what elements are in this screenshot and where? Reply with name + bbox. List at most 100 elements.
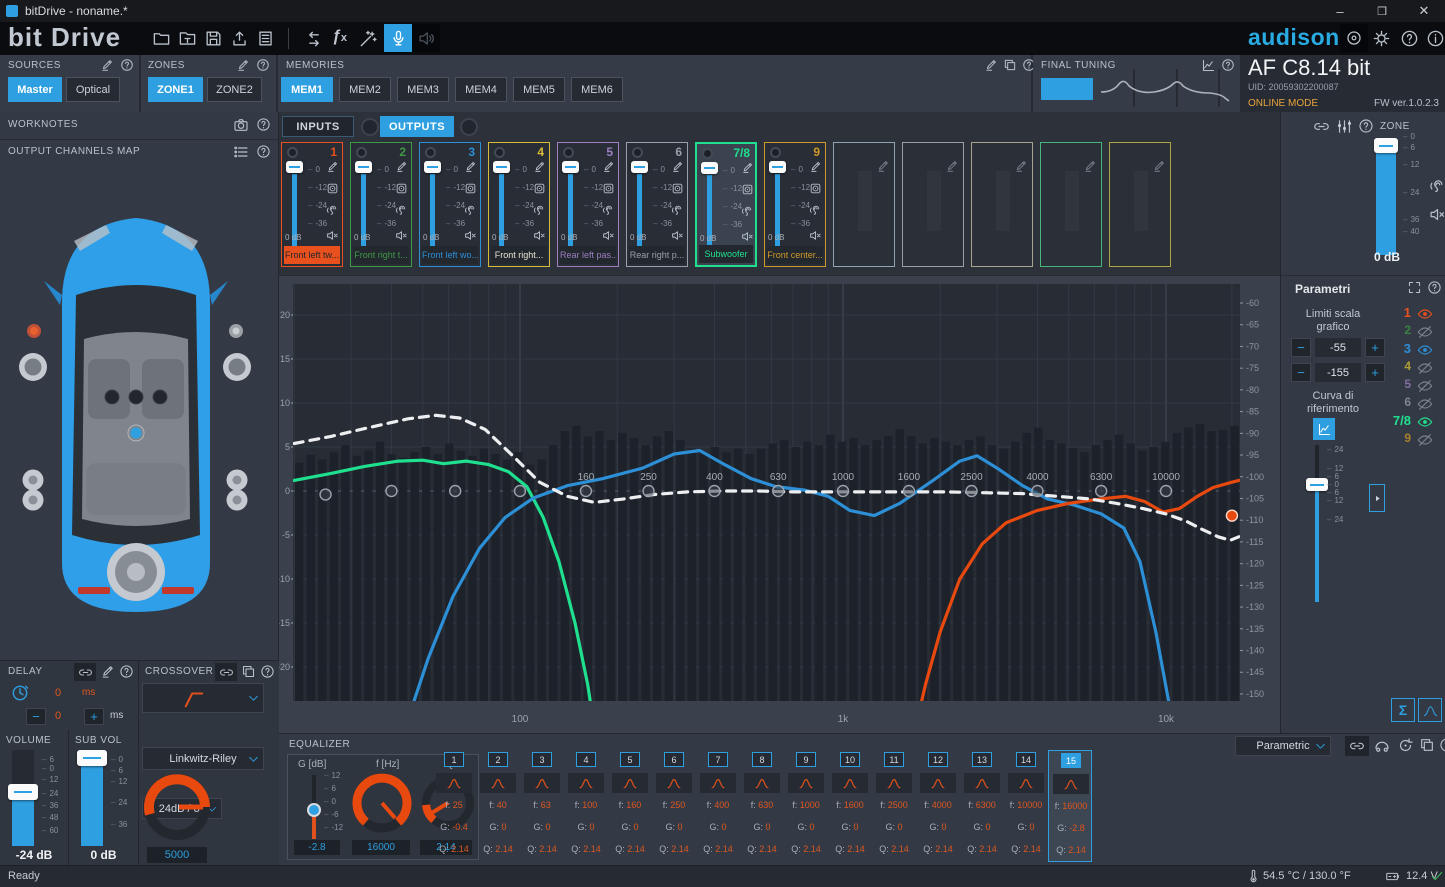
strip-fader-handle[interactable] — [424, 161, 441, 173]
speaker-tool-button[interactable] — [412, 24, 440, 52]
strip-speaker-icon[interactable] — [395, 182, 408, 195]
zone-help-icon[interactable] — [1358, 118, 1374, 134]
inputs-toggle-knob[interactable] — [361, 118, 379, 136]
eq-curve-points-icon[interactable] — [1373, 737, 1391, 755]
strip-speaker-icon[interactable] — [741, 183, 754, 196]
filter-shape-dropdown[interactable] — [142, 683, 264, 713]
delay-minus-button[interactable]: − — [26, 708, 46, 725]
response-graph[interactable]: 1602504006301000160025004000630010000201… — [279, 276, 1277, 736]
curve-visibility-off-icon[interactable] — [1417, 378, 1433, 394]
eq-handle-40[interactable] — [386, 486, 397, 497]
curve-visibility-off-icon[interactable] — [1417, 360, 1433, 376]
zone-fader-handle[interactable] — [1374, 138, 1398, 153]
limit-high-value[interactable]: -55 — [1315, 338, 1361, 357]
strip-edit-icon[interactable] — [809, 160, 822, 173]
front-left-tweeter-marker[interactable] — [27, 324, 41, 338]
channel-strip-3[interactable]: 30-12-24-360 dBFront left wo... — [419, 142, 481, 267]
eq-handle-10000[interactable] — [1161, 486, 1172, 497]
fx-icon[interactable]: ƒx — [332, 28, 347, 46]
strip-status-led[interactable] — [287, 147, 298, 158]
zones-edit-icon[interactable] — [236, 58, 250, 72]
strip-status-led[interactable] — [356, 147, 367, 158]
strip-channel-label[interactable]: Front right t... — [353, 246, 409, 264]
zone-link-icon[interactable] — [1313, 118, 1330, 135]
delay-plus-button[interactable]: + — [84, 708, 104, 725]
strip-edit-icon[interactable] — [1152, 159, 1166, 173]
strip-mute-icon[interactable] — [602, 229, 615, 242]
curve-visibility-on-icon[interactable] — [1417, 414, 1433, 430]
worknotes-camera-icon[interactable] — [233, 117, 249, 133]
eq-band-2[interactable]: 2f: 40G: 0Q: 2.14 — [476, 750, 520, 862]
final-tuning-curve-preview[interactable] — [1099, 67, 1234, 109]
channel-strip-7-8[interactable]: 7/80-12-24-360 dBSubwoofer — [695, 142, 757, 267]
output-map-help-icon[interactable] — [256, 144, 271, 159]
eq-band-11[interactable]: 11f: 2500G: 0Q: 2.14 — [872, 750, 916, 862]
zone-fader[interactable]: 0612243640 — [1371, 136, 1441, 261]
band-shape-button[interactable] — [964, 773, 1000, 793]
strip-status-led[interactable] — [563, 147, 574, 158]
output-map-list-icon[interactable] — [233, 144, 249, 160]
band-number[interactable]: 10 — [840, 752, 860, 767]
strip-listen-icon[interactable] — [741, 205, 754, 218]
crossover-copy-icon[interactable] — [241, 664, 256, 679]
strip-speaker-icon[interactable] — [326, 182, 339, 195]
channel-strip-1[interactable]: 10-12-24-360 dBFront left tw... — [281, 142, 343, 267]
zone-button-zone1[interactable]: ZONE1 — [148, 77, 203, 102]
strip-edit-icon[interactable] — [1014, 159, 1028, 173]
save-icon[interactable] — [204, 29, 223, 48]
band-number[interactable]: 3 — [532, 752, 552, 767]
delay-help-icon[interactable] — [119, 664, 134, 679]
curve-visibility-row-3[interactable]: 3 — [1377, 340, 1441, 358]
volume-fader-handle[interactable] — [8, 784, 38, 800]
strip-fader-handle[interactable] — [286, 161, 303, 173]
eq-band-12[interactable]: 12f: 4000G: 0Q: 2.14 — [916, 750, 960, 862]
memory-button-mem5[interactable]: MEM5 — [513, 77, 565, 102]
outputs-toggle-knob[interactable] — [460, 118, 478, 136]
strip-edit-icon[interactable] — [945, 159, 959, 173]
strip-mute-icon[interactable] — [533, 229, 546, 242]
strip-status-led[interactable] — [770, 147, 781, 158]
strip-mute-icon[interactable] — [464, 229, 477, 242]
strip-listen-icon[interactable] — [326, 204, 339, 217]
strip-edit-icon[interactable] — [671, 160, 684, 173]
channel-strip-4[interactable]: 40-12-24-360 dBFront right... — [488, 142, 550, 267]
volume-fader[interactable]: 601224364860 — [8, 750, 66, 846]
curve-visibility-row-2[interactable]: 2 — [1377, 322, 1441, 340]
curve-visibility-row-7-8[interactable]: 7/8 — [1377, 412, 1441, 430]
reference-curve-button[interactable] — [1313, 418, 1335, 440]
eq-handle-1000[interactable] — [838, 486, 849, 497]
strip-fader-handle[interactable] — [631, 161, 648, 173]
front-right-woofer-marker[interactable] — [223, 353, 251, 381]
channel-strip-empty-3[interactable] — [971, 142, 1033, 267]
mic-tool-button[interactable] — [384, 24, 412, 52]
eq-band-9[interactable]: 9f: 1000G: 0Q: 2.14 — [784, 750, 828, 862]
eq-mode-dropdown[interactable]: Parametric — [1235, 736, 1331, 756]
source-button-master[interactable]: Master — [8, 77, 62, 102]
strip-mute-icon[interactable] — [326, 229, 339, 242]
delay-link-button[interactable] — [74, 663, 96, 681]
strip-listen-icon[interactable] — [602, 204, 615, 217]
limit-low-minus-button[interactable]: − — [1291, 363, 1311, 382]
eq-band-4[interactable]: 4f: 100G: 0Q: 2.14 — [564, 750, 608, 862]
channel-strip-5[interactable]: 50-12-24-360 dBRear left pas... — [557, 142, 619, 267]
strip-fader-handle[interactable] — [769, 161, 786, 173]
strip-speaker-icon[interactable] — [671, 182, 684, 195]
band-shape-button[interactable] — [656, 773, 692, 793]
band-number[interactable]: 14 — [1016, 752, 1036, 767]
band-number[interactable]: 13 — [972, 752, 992, 767]
band-shape-button[interactable] — [612, 773, 648, 793]
help-icon[interactable] — [1400, 29, 1419, 48]
eq-reset-icon[interactable] — [1397, 737, 1414, 754]
zone-levels-icon[interactable] — [1336, 118, 1353, 135]
eq-handle-6300[interactable] — [1096, 486, 1107, 497]
channel-strip-empty-1[interactable] — [833, 142, 895, 267]
eq-handle-160[interactable] — [580, 486, 591, 497]
eq-handle-25[interactable] — [320, 489, 331, 500]
band-number[interactable]: 9 — [796, 752, 816, 767]
memories-copy-icon[interactable] — [1003, 58, 1017, 72]
memory-button-mem4[interactable]: MEM4 — [455, 77, 507, 102]
memory-button-mem3[interactable]: MEM3 — [397, 77, 449, 102]
curve-visibility-row-5[interactable]: 5 — [1377, 376, 1441, 394]
eq-handle-250[interactable] — [643, 486, 654, 497]
source-button-optical[interactable]: Optical — [66, 77, 120, 102]
